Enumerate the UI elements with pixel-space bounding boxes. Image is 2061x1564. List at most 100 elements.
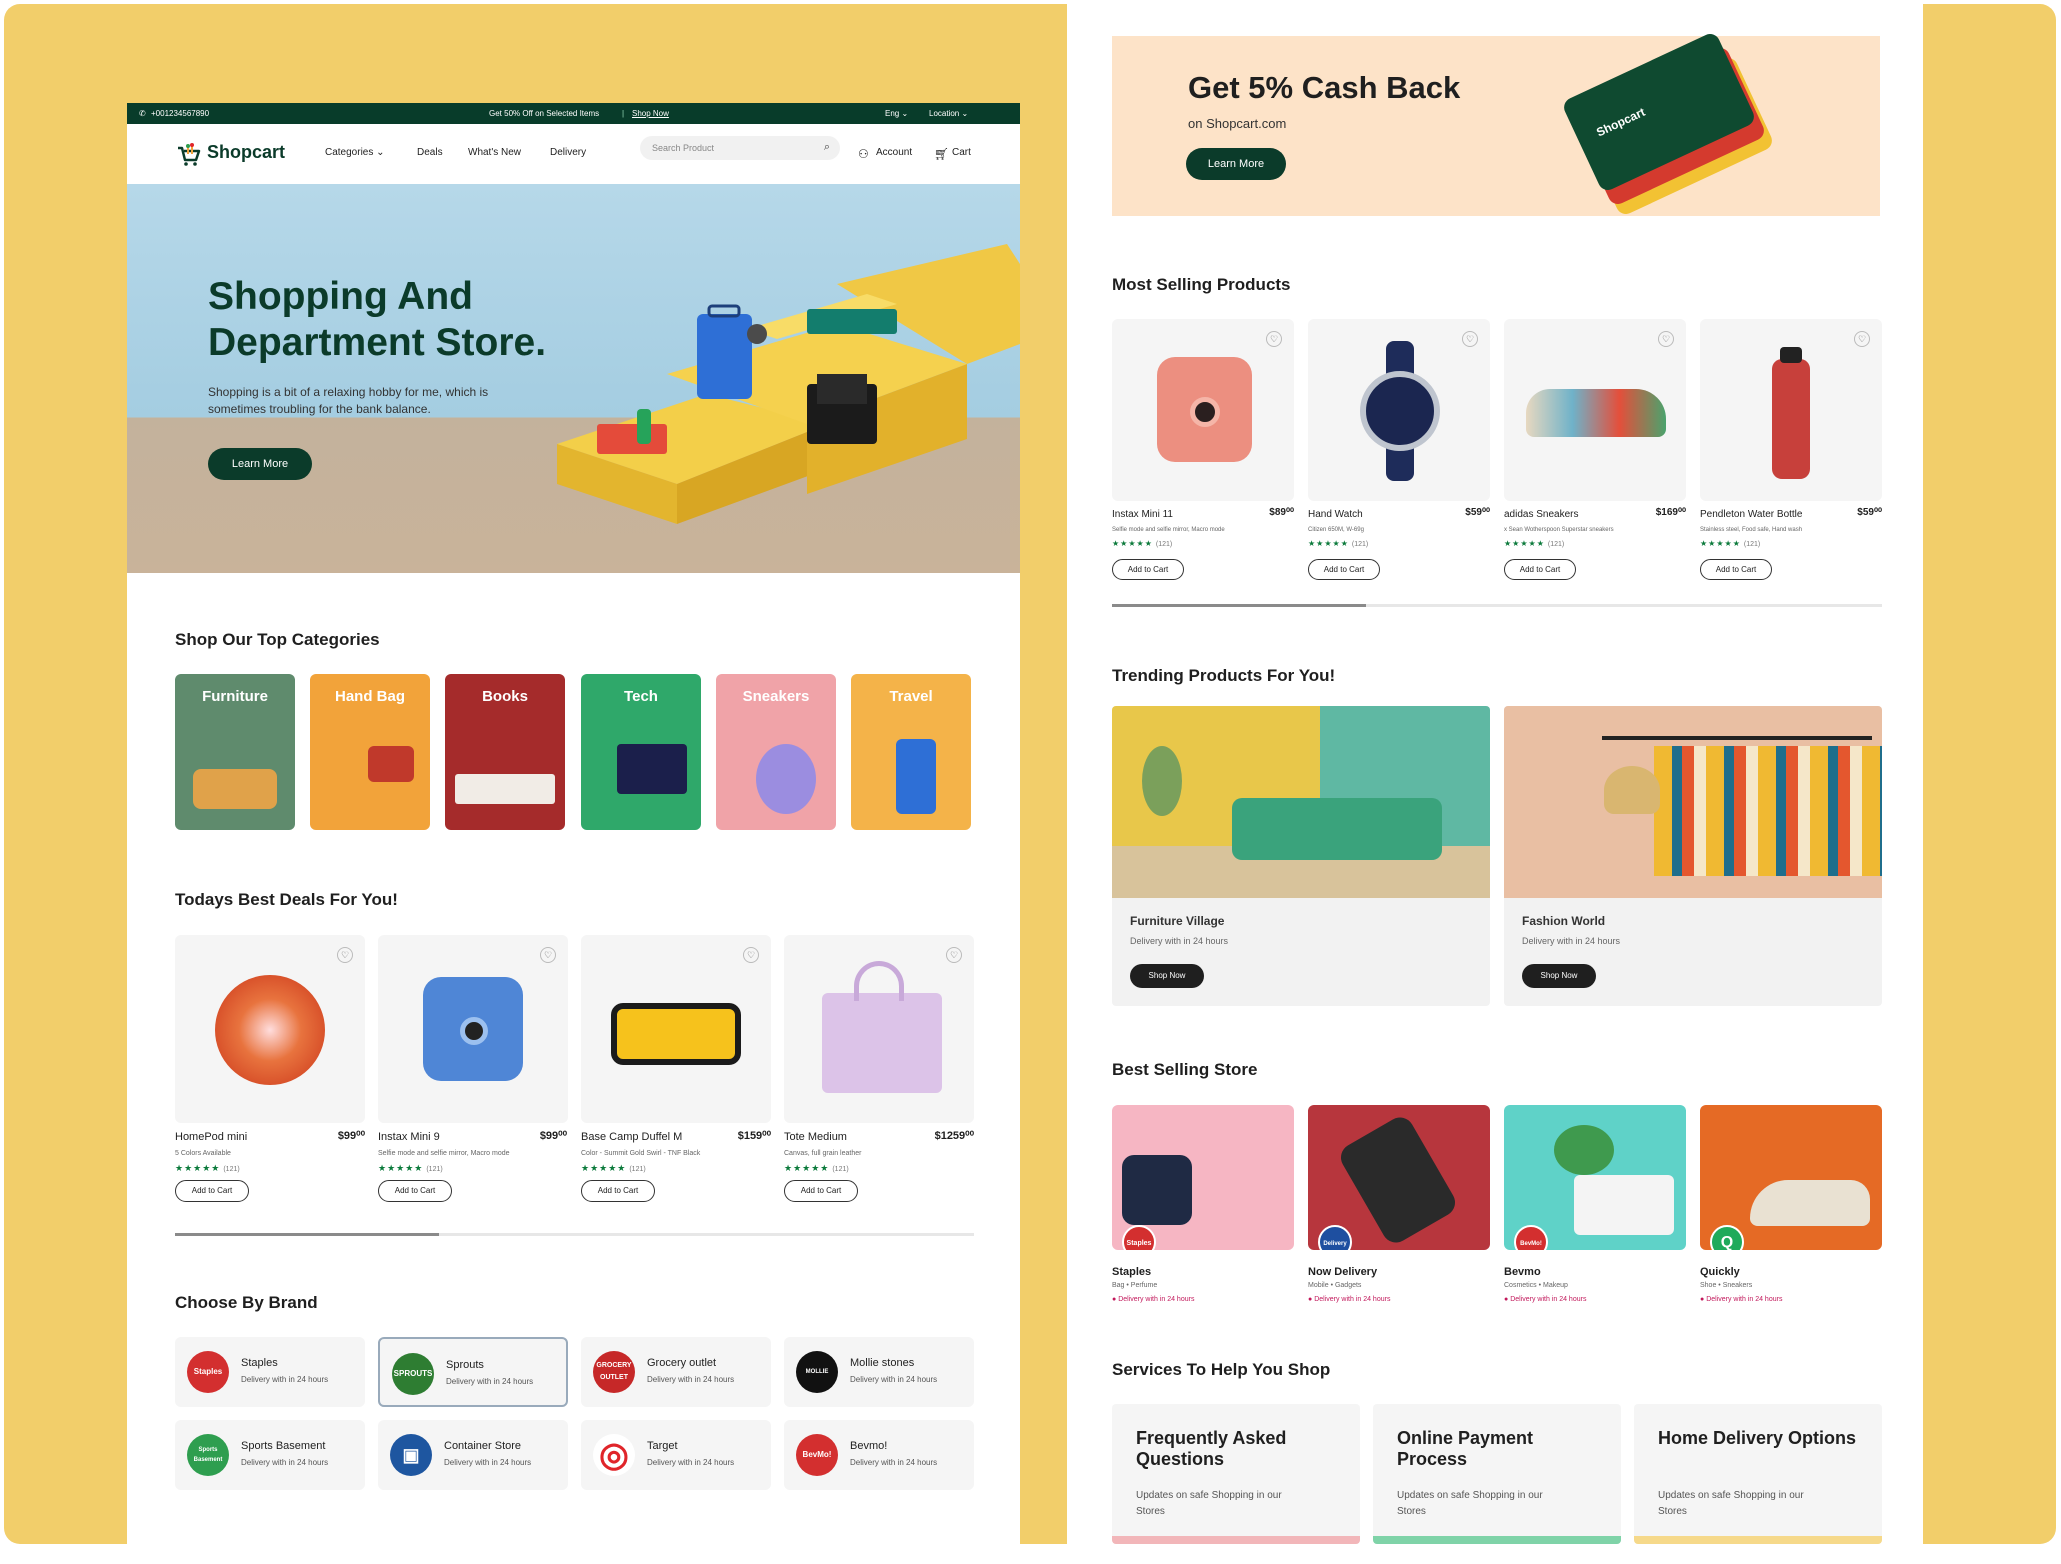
add-to-cart-button[interactable]: Add to Cart [1308,559,1380,580]
add-to-cart-button[interactable]: Add to Cart [1700,559,1772,580]
category-travel[interactable]: Travel [851,674,971,830]
store-card-now-delivery[interactable]: Delivery [1308,1105,1490,1250]
camera-lens [460,1017,488,1045]
product-desc: Stainless steel, Food safe, Hand wash [1700,527,1803,533]
product-name[interactable]: Hand Watch [1308,509,1363,520]
hero-title: Shopping And Department Store. [208,275,547,364]
heart-icon[interactable]: ♡ [1462,331,1478,347]
trending-name: Fashion World [1522,914,1606,928]
category-furniture[interactable]: Furniture [175,674,295,830]
nav-deals[interactable]: Deals [417,147,443,158]
hero-learn-more-button[interactable]: Learn More [208,448,312,480]
brand-card[interactable]: BevMo! Bevmo! Delivery with in 24 hours [784,1420,974,1490]
store-badge: Staples [1122,1225,1156,1250]
brand-card-selected[interactable]: SPROUTS Sprouts Delivery with in 24 hour… [378,1337,568,1407]
shop-now-button[interactable]: Shop Now [1130,964,1204,988]
logo-text[interactable]: Shopcart [207,142,285,163]
deal-card-1[interactable]: ♡ [175,935,365,1123]
most-selling-scroll-thumb[interactable] [1112,604,1367,607]
shop-now-link[interactable]: Shop Now [632,109,669,118]
product-price: $99⁰⁰ [337,1130,365,1142]
furniture-image [1112,706,1490,898]
top-divider: | [622,109,625,118]
brand-card[interactable]: ◎ Target Delivery with in 24 hours [581,1420,771,1490]
add-to-cart-button[interactable]: Add to Cart [175,1180,249,1202]
language-select[interactable]: Eng ⌄ [885,109,908,118]
heart-icon[interactable]: ♡ [1854,331,1870,347]
product-price: $59⁰⁰ [1857,507,1882,518]
product-name[interactable]: Tote Medium [784,1131,847,1143]
add-to-cart-button[interactable]: Add to Cart [784,1180,858,1202]
product-name[interactable]: Base Camp Duffel M [581,1131,682,1143]
store-card-quickly[interactable]: Q [1700,1105,1882,1250]
top-bar: ✆ +001234567890 Get 50% Off on Selected … [127,103,1020,124]
shop-now-button[interactable]: Shop Now [1522,964,1596,988]
brand-card[interactable]: ▣ Container Store Delivery with in 24 ho… [378,1420,568,1490]
category-sneakers[interactable]: Sneakers [716,674,836,830]
heart-icon[interactable]: ♡ [1266,331,1282,347]
nav-whats-new[interactable]: What's New [468,147,521,158]
product-name[interactable]: Instax Mini 11 [1112,509,1173,520]
brand-logo: SPROUTS [392,1353,434,1395]
deal-card-3[interactable]: ♡ [581,935,771,1123]
store-name[interactable]: Staples [1112,1266,1151,1278]
store-name[interactable]: Now Delivery [1308,1266,1377,1278]
most-selling-scrollbar[interactable] [1112,604,1882,607]
product-desc: Citizen 650M, W-69g [1308,527,1364,533]
brand-card[interactable]: GROCERY OUTLET Grocery outlet Delivery w… [581,1337,771,1407]
product-name[interactable]: Instax Mini 9 [378,1131,440,1143]
store-name[interactable]: Quickly [1700,1266,1740,1278]
heart-icon[interactable]: ♡ [946,947,962,963]
product-name[interactable]: adidas Sneakers [1504,509,1579,520]
search-icon[interactable]: ⌕ [824,141,830,154]
cashback-learn-more-button[interactable]: Learn More [1186,148,1286,180]
category-hand-bag[interactable]: Hand Bag [310,674,430,830]
search-input[interactable]: Search Product ⌕ [640,136,840,160]
store-card-staples[interactable]: Staples [1112,1105,1294,1250]
camera-lens [1190,397,1220,427]
brand-logo: MOLLIE STONE'S [796,1351,838,1393]
bag-shape [368,746,414,782]
location-select[interactable]: Location ⌄ [929,109,968,118]
product-name[interactable]: HomePod mini [175,1131,247,1143]
most-selling-title: Most Selling Products [1112,275,1291,294]
sofa-shape [1232,798,1442,860]
service-card-payment[interactable]: Online Payment Process Updates on safe S… [1373,1404,1621,1544]
product-name[interactable]: Pendleton Water Bottle [1700,509,1802,520]
trending-card-fashion[interactable]: Fashion World Delivery with in 24 hours … [1504,706,1882,1006]
add-to-cart-button[interactable]: Add to Cart [378,1180,452,1202]
nav-categories[interactable]: Categories ⌄ [325,147,385,158]
product-card-4[interactable]: ♡ [1700,319,1882,501]
tote-handle [854,961,904,1001]
product-card-3[interactable]: ♡ [1504,319,1686,501]
store-badge: Q [1710,1225,1744,1250]
deal-card-4[interactable]: ♡ [784,935,974,1123]
brand-card[interactable]: Staples Staples Delivery with in 24 hour… [175,1337,365,1407]
add-to-cart-button[interactable]: Add to Cart [1112,559,1184,580]
add-to-cart-button[interactable]: Add to Cart [581,1180,655,1202]
deals-scroll-thumb[interactable] [175,1233,439,1236]
heart-icon[interactable]: ♡ [540,947,556,963]
product-card-2[interactable]: ♡ [1308,319,1490,501]
category-books[interactable]: Books [445,674,565,830]
heart-icon[interactable]: ♡ [1658,331,1674,347]
trending-card-furniture[interactable]: Furniture Village Delivery with in 24 ho… [1112,706,1490,1006]
account-link[interactable]: Account [876,147,912,158]
heart-icon[interactable]: ♡ [337,947,353,963]
brand-card[interactable]: Sports Basement Sports Basement Delivery… [175,1420,365,1490]
product-card-1[interactable]: ♡ [1112,319,1294,501]
category-tech[interactable]: Tech [581,674,701,830]
service-card-faq[interactable]: Frequently Asked Questions Updates on sa… [1112,1404,1360,1544]
deal-card-2[interactable]: ♡ [378,935,568,1123]
heart-icon[interactable]: ♡ [743,947,759,963]
rating-stars: ★★★★★ (121) [1700,539,1761,548]
store-card-bevmo[interactable]: BevMo! [1504,1105,1686,1250]
nav-delivery[interactable]: Delivery [550,147,586,158]
service-card-delivery[interactable]: Home Delivery Options Updates on safe Sh… [1634,1404,1882,1544]
store-name[interactable]: Bevmo [1504,1266,1541,1278]
add-to-cart-button[interactable]: Add to Cart [1504,559,1576,580]
deals-scrollbar[interactable] [175,1233,974,1236]
brand-card[interactable]: MOLLIE STONE'S Mollie stones Delivery wi… [784,1337,974,1407]
cart-link[interactable]: Cart [952,147,971,158]
store-badge: Delivery [1318,1225,1352,1250]
